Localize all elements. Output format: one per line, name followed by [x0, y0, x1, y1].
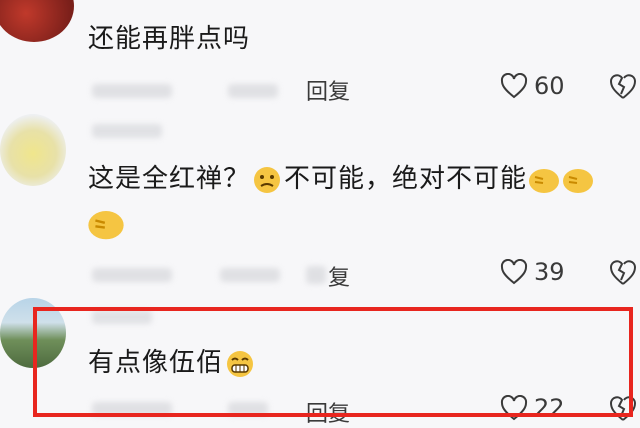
comment-text: 还能再胖点吗: [88, 24, 251, 54]
facepalm-emoji: [563, 168, 594, 193]
like-count: 60: [534, 72, 565, 100]
like-button[interactable]: 60: [500, 72, 565, 100]
comment-item-1: 还能再胖点吗 回复 60: [0, 0, 640, 110]
heart-icon: [500, 73, 528, 99]
heart-icon: [500, 259, 528, 285]
facepalm-emoji: [88, 211, 124, 240]
comment-text: 这是全红禅？ 不可能，绝对不可能: [88, 162, 595, 196]
comment-meta: [306, 266, 326, 284]
username: [92, 124, 162, 138]
comment-item-2: 这是全红禅？ 不可能，绝对不可能 复 39: [0, 110, 640, 292]
avatar[interactable]: [0, 114, 66, 186]
comment-meta: [220, 268, 280, 282]
broken-heart-icon[interactable]: [608, 258, 638, 286]
comment-text-part2: 不可能，绝对不可能: [284, 164, 528, 194]
like-button[interactable]: 39: [500, 258, 565, 286]
broken-heart-icon[interactable]: [608, 72, 638, 100]
thinking-emoji: [254, 166, 281, 193]
comment-meta: [92, 84, 172, 98]
facepalm-emoji: [529, 168, 560, 193]
reply-button[interactable]: 复: [328, 260, 350, 292]
comment-text-part1: 这是全红禅？: [88, 164, 251, 194]
comment-meta: [228, 84, 278, 98]
highlight-box: [33, 307, 633, 417]
like-count: 39: [534, 258, 565, 286]
comment-meta: [92, 268, 172, 282]
avatar[interactable]: [0, 0, 74, 42]
reply-button[interactable]: 回复: [306, 74, 350, 106]
